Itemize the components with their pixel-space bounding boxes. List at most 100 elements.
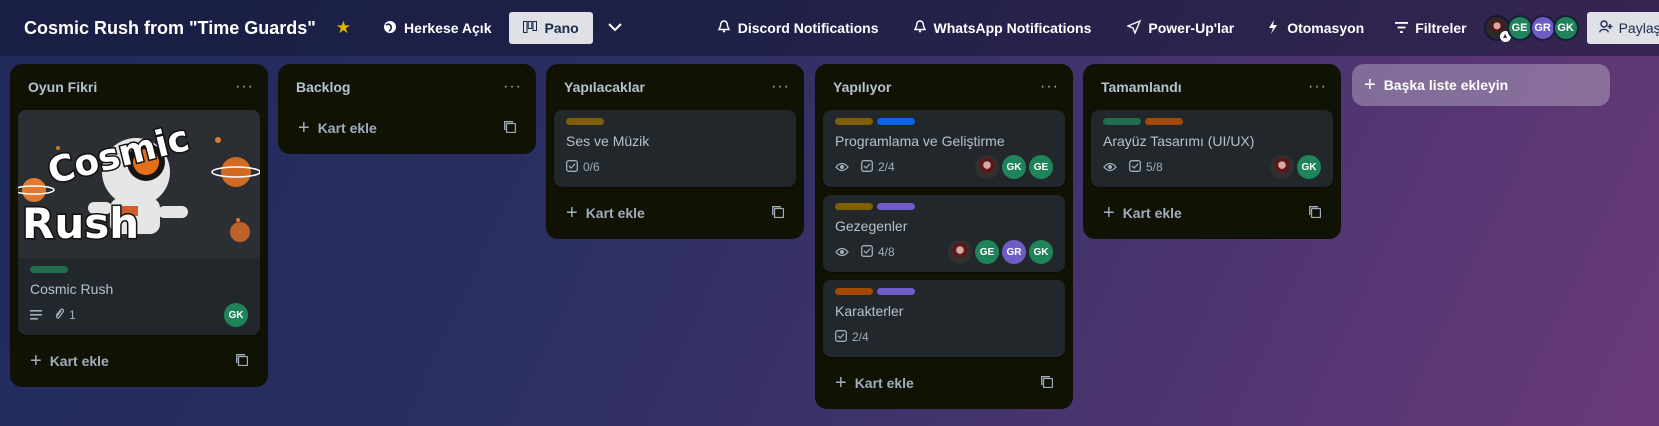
avatar[interactable]: GE <box>1506 15 1533 41</box>
list-title[interactable]: Yapılıyor <box>833 79 891 95</box>
card-cover-image: Cosmic Rush <box>18 110 260 258</box>
plus-icon: + <box>566 201 578 224</box>
avatar[interactable]: GE <box>1029 155 1053 179</box>
card[interactable]: Arayüz Tasarımı (UI/UX) 5/8 GK <box>1091 110 1333 187</box>
star-icon[interactable]: ★ <box>336 18 351 38</box>
add-card-label: Kart ekle <box>317 120 377 136</box>
avatar[interactable]: GK <box>1002 155 1026 179</box>
template-icon[interactable] <box>772 205 785 221</box>
list-title[interactable]: Yapılacaklar <box>564 79 645 95</box>
whatsapp-notifications-button[interactable]: WhatsApp Notifications <box>905 14 1100 42</box>
template-icon[interactable] <box>1309 205 1322 221</box>
list-title[interactable]: Tamamlandı <box>1101 79 1182 95</box>
avatar[interactable]: GR <box>1529 15 1556 41</box>
share-label: Paylaş <box>1618 20 1659 36</box>
avatar[interactable]: ▲ <box>1483 15 1511 42</box>
plus-icon: + <box>1364 73 1376 96</box>
automation-button[interactable]: Otomasyon <box>1258 14 1372 43</box>
eye-icon <box>835 247 849 257</box>
card[interactable]: Ses ve Müzik 0/6 <box>554 110 796 187</box>
more-icon[interactable]: ··· <box>1308 78 1327 96</box>
add-card-button[interactable]: + Kart ekle <box>18 343 260 379</box>
avatar[interactable] <box>1270 155 1294 179</box>
add-card-button[interactable]: + Kart ekle <box>286 110 528 146</box>
more-icon[interactable]: ··· <box>771 78 790 96</box>
card-label[interactable] <box>566 118 604 125</box>
list-tamamlandi: Tamamlandı ··· Arayüz Tasarımı (UI/UX) 5… <box>1083 64 1341 239</box>
list-header: Yapılıyor ··· <box>823 64 1065 110</box>
add-card-label: Kart ekle <box>854 375 914 391</box>
avatar[interactable]: GK <box>1297 155 1321 179</box>
card[interactable]: Cosmic Rush Cosmic Rush 1 GK <box>18 110 260 335</box>
add-list-label: Başka liste ekleyin <box>1383 77 1509 93</box>
card-badges: 2/4 <box>835 159 895 175</box>
board-icon <box>523 20 538 36</box>
add-card-button[interactable]: + Kart ekle <box>823 365 1065 401</box>
list-title[interactable]: Backlog <box>296 79 350 95</box>
card[interactable]: Programlama ve Geliştirme 2/4 GK GE <box>823 110 1065 187</box>
share-button[interactable]: Paylaş <box>1586 12 1659 44</box>
filters-button[interactable]: Filtreler <box>1386 14 1474 42</box>
chevron-down-icon[interactable] <box>607 19 623 37</box>
more-icon[interactable]: ··· <box>235 78 254 96</box>
card-label[interactable] <box>835 203 873 210</box>
template-icon[interactable] <box>236 353 249 369</box>
more-icon[interactable]: ··· <box>1040 78 1059 96</box>
card-label[interactable] <box>30 266 68 273</box>
list-title[interactable]: Oyun Fikri <box>28 79 97 95</box>
list-yapiliyor: Yapılıyor ··· Programlama ve Geliştirme … <box>815 64 1073 409</box>
avatar[interactable] <box>948 240 972 264</box>
list-header: Tamamlandı ··· <box>1091 64 1333 110</box>
globe-icon <box>383 20 397 37</box>
checklist-icon <box>861 244 873 260</box>
view-label: Pano <box>544 20 579 36</box>
avatar[interactable]: GE <box>975 240 999 264</box>
avatar[interactable]: GK <box>224 303 248 327</box>
view-switcher-button[interactable]: Pano <box>509 12 593 44</box>
card-footer: 2/4 <box>835 325 1053 349</box>
add-card-button[interactable]: + Kart ekle <box>554 195 796 231</box>
board-header: Cosmic Rush from "Time Guards" ★ Herkese… <box>0 0 1659 56</box>
avatar[interactable]: GR <box>1002 240 1026 264</box>
avatar[interactable]: GK <box>1552 15 1579 41</box>
checklist-count: 2/4 <box>878 160 895 174</box>
board-title[interactable]: Cosmic Rush from "Time Guards" <box>24 18 316 39</box>
description-icon <box>30 310 42 320</box>
template-icon[interactable] <box>504 120 517 136</box>
avatar[interactable]: GK <box>1029 240 1053 264</box>
template-icon[interactable] <box>1041 375 1054 391</box>
add-list-button[interactable]: + Başka liste ekleyin <box>1352 64 1610 106</box>
card[interactable]: Karakterler 2/4 <box>823 280 1065 357</box>
card-labels <box>835 118 1053 125</box>
bolt-icon <box>1266 19 1280 37</box>
more-icon[interactable]: ··· <box>503 78 522 96</box>
add-card-label: Kart ekle <box>49 353 109 369</box>
card-members: GK <box>224 303 248 327</box>
filters-label: Filtreler <box>1415 20 1467 36</box>
card-label[interactable] <box>877 288 915 295</box>
discord-notifications-button[interactable]: Discord Notifications <box>709 14 887 42</box>
add-card-label: Kart ekle <box>585 205 645 221</box>
board-members: ▲ GE GR GK <box>1483 15 1579 42</box>
avatar[interactable] <box>975 155 999 179</box>
card-title: Programlama ve Geliştirme <box>835 133 1005 149</box>
card-label[interactable] <box>835 118 873 125</box>
list-header: Backlog ··· <box>286 64 528 110</box>
card-label[interactable] <box>1145 118 1183 125</box>
visibility-button[interactable]: Herkese Açık <box>375 14 499 43</box>
card-labels <box>835 288 1053 295</box>
paperclip-icon <box>54 308 65 323</box>
card-label[interactable] <box>877 118 915 125</box>
card-badges: 4/8 <box>835 244 895 260</box>
card[interactable]: Gezegenler 4/8 GE GR GK <box>823 195 1065 272</box>
list-header: Oyun Fikri ··· <box>18 64 260 110</box>
powerups-button[interactable]: Power-Up'lar <box>1119 14 1242 43</box>
card-members: GE GR GK <box>948 240 1053 264</box>
card-label[interactable] <box>835 288 873 295</box>
card-labels <box>835 203 1053 210</box>
visibility-label: Herkese Açık <box>404 20 492 36</box>
checklist-icon <box>835 329 847 345</box>
card-label[interactable] <box>877 203 915 210</box>
card-label[interactable] <box>1103 118 1141 125</box>
add-card-button[interactable]: + Kart ekle <box>1091 195 1333 231</box>
